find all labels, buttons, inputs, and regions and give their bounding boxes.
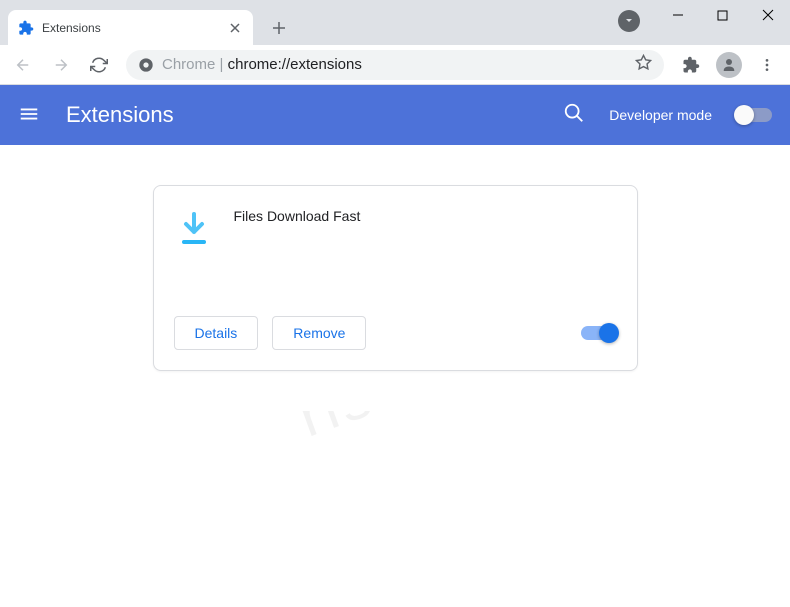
developer-mode-toggle[interactable] — [736, 108, 772, 122]
avatar-icon — [716, 52, 742, 78]
toggle-thumb — [599, 323, 619, 343]
reload-button[interactable] — [84, 50, 114, 80]
address-bar[interactable]: Chrome | chrome://extensions — [126, 50, 664, 80]
extension-name: Files Download Fast — [234, 206, 361, 286]
bookmark-star-icon[interactable] — [635, 54, 652, 76]
content-area: Files Download Fast Details Remove — [0, 145, 790, 411]
tab-title: Extensions — [42, 21, 219, 35]
extension-puzzle-icon — [18, 20, 34, 36]
window-titlebar: Extensions — [0, 0, 790, 45]
search-icon[interactable] — [563, 102, 585, 129]
toggle-thumb — [734, 105, 754, 125]
chrome-icon — [138, 57, 154, 73]
extensions-header: Extensions Developer mode — [0, 85, 790, 145]
window-controls — [655, 0, 790, 30]
extension-enable-toggle[interactable] — [581, 326, 617, 340]
extension-card: Files Download Fast Details Remove — [153, 185, 638, 371]
developer-mode-label: Developer mode — [609, 107, 712, 123]
browser-toolbar: Chrome | chrome://extensions — [0, 45, 790, 85]
maximize-button[interactable] — [700, 0, 745, 30]
back-button[interactable] — [8, 50, 38, 80]
new-tab-button[interactable] — [265, 14, 293, 42]
forward-button[interactable] — [46, 50, 76, 80]
profile-avatar[interactable] — [714, 50, 744, 80]
url-text: Chrome | chrome://extensions — [162, 56, 362, 73]
remove-button[interactable]: Remove — [272, 316, 366, 350]
minimize-button[interactable] — [655, 0, 700, 30]
menu-icon[interactable] — [18, 103, 42, 127]
browser-tab[interactable]: Extensions — [8, 10, 253, 45]
details-button[interactable]: Details — [174, 316, 259, 350]
close-window-button[interactable] — [745, 0, 790, 30]
download-arrow-icon — [174, 208, 214, 248]
extensions-puzzle-icon[interactable] — [676, 50, 706, 80]
page-title: Extensions — [66, 102, 539, 128]
media-control-icon[interactable] — [618, 10, 640, 32]
close-tab-icon[interactable] — [227, 20, 243, 36]
more-menu-icon[interactable] — [752, 50, 782, 80]
